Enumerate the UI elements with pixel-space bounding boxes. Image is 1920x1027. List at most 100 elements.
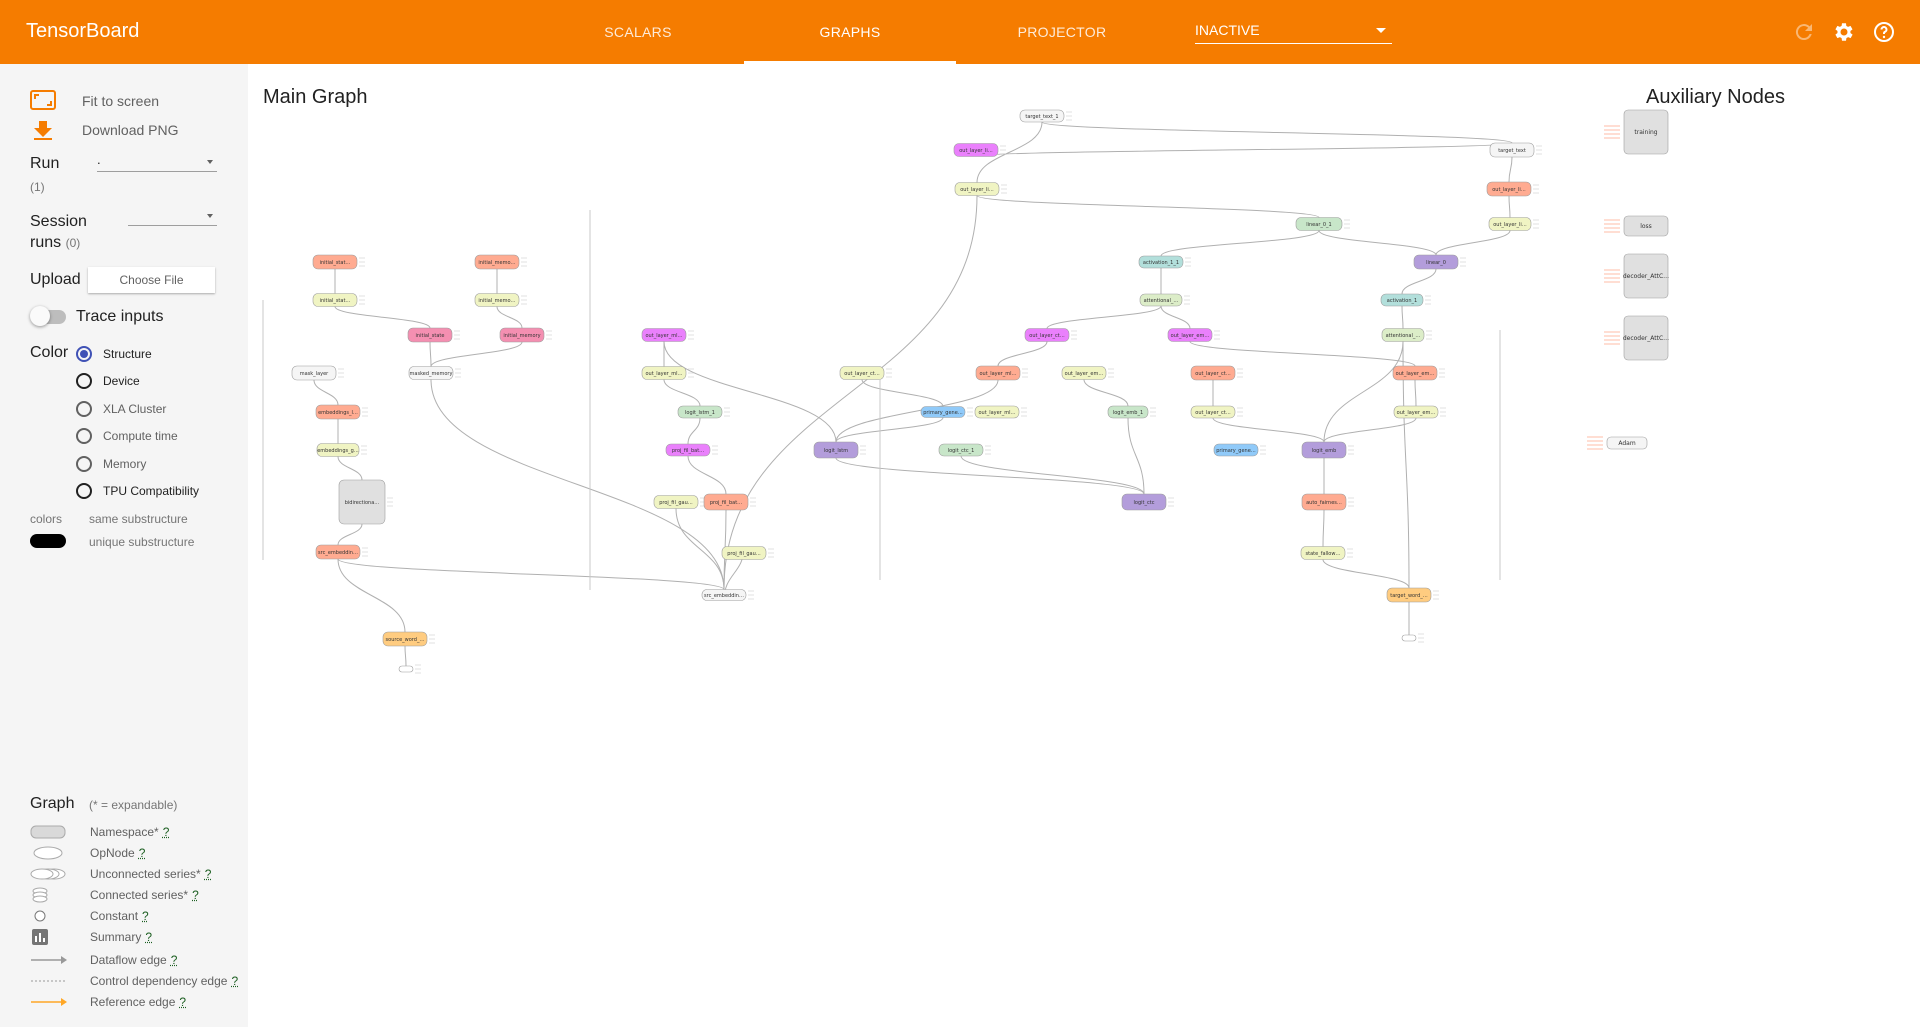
graph-node[interactable]: out_layer_ct… [1190,405,1243,419]
tab-projector[interactable]: PROJECTOR [956,0,1168,64]
session-runs-label-1: Session [30,213,87,230]
graph-node[interactable]: attentional_… [1139,293,1190,307]
color-option-xla-cluster[interactable]: XLA Cluster [76,401,166,417]
graph-node[interactable]: embeddings_g… [316,443,367,457]
graph-node[interactable]: out_layer_em… [1392,365,1445,381]
graph-node[interactable]: masked_memory [408,366,461,380]
graph-node[interactable]: initial_stat… [312,293,365,307]
help-link[interactable]: ? [171,953,178,967]
node-label: auto_fairnes… [1306,500,1342,506]
help-link[interactable]: ? [192,888,199,902]
graph-node[interactable]: proj_fil_bat… [665,443,718,457]
node-label: target_text_1 [1025,114,1058,120]
graph-node[interactable]: mask_layer [291,365,344,381]
graph-svg[interactable]: target_text_1target_textout_layer_li…out… [248,64,1920,1027]
aux-node[interactable]: decoder_AttC… [1604,253,1669,299]
help-link[interactable]: ? [205,867,212,881]
help-link[interactable]: ? [163,825,170,839]
color-option-compute-time[interactable]: Compute time [76,428,178,444]
graph-node[interactable] [1401,633,1424,643]
graph-node[interactable]: out_layer_li… [1488,217,1539,231]
graph-node[interactable]: state_fallow… [1300,546,1353,560]
colors-label: colors [30,512,63,526]
graph-node[interactable]: initial_state [407,327,460,343]
dataflow-edge [976,195,1320,218]
tab-scalars[interactable]: SCALARS [532,0,744,64]
graph-node[interactable]: activation_1 [1380,293,1431,307]
graph-node[interactable]: linear_0_1 [1295,217,1350,231]
graph-node[interactable]: logit_emb_1 [1107,405,1156,419]
run-dropdown[interactable]: . [97,152,217,172]
graph-node[interactable]: target_word_… [1386,587,1439,603]
graph-node[interactable]: out_layer_em… [1167,328,1220,342]
color-option-device[interactable]: Device [76,373,140,389]
graph-node[interactable]: bidirectiona… [338,479,393,525]
graph-node[interactable]: initial_memo… [474,254,527,270]
tab-graphs[interactable]: GRAPHS [744,0,956,64]
graph-node[interactable]: out_layer_ml… [974,405,1027,419]
graph-node[interactable]: logit_ctc_1 [938,443,991,457]
dataflow-edge [861,379,944,407]
graph-node[interactable]: attentional_… [1381,328,1432,342]
graph-node[interactable]: out_layer_li… [1486,181,1539,197]
help-link[interactable]: ? [231,974,238,988]
help-icon[interactable] [1872,20,1896,44]
graph-node[interactable]: src_embeddin… [701,589,754,601]
graph-node[interactable]: out_layer_ml… [641,328,694,342]
graph-node[interactable]: logit_ctc [1121,493,1174,511]
graph-node[interactable]: out_layer_ct… [839,366,892,380]
color-option-tpu[interactable]: TPU Compatibility [76,483,199,499]
graph-node[interactable]: primary_gene… [920,406,973,418]
graph-node[interactable]: src_embeddin… [315,544,368,560]
graph-node[interactable]: activation_1_1 [1138,255,1191,269]
graph-node[interactable]: linear_0 [1413,254,1466,270]
gear-icon[interactable] [1832,20,1856,44]
graph-node[interactable]: source_word_… [382,631,435,647]
graph-node[interactable]: embeddings_l… [315,404,368,420]
dataflow-edge [975,142,1513,157]
aux-node[interactable]: loss [1604,215,1669,237]
graph-node[interactable]: logit_emb [1301,441,1354,459]
graph-node[interactable]: out_layer_ml… [975,365,1028,381]
graph-node[interactable]: auto_fairnes… [1301,493,1354,511]
graph-node[interactable]: initial_memo… [474,293,527,307]
reload-icon[interactable] [1792,20,1816,44]
graph-node[interactable]: target_text [1489,142,1542,158]
session-runs-dropdown[interactable] [128,206,217,226]
inactive-plugins-dropdown[interactable]: INACTIVE [1195,22,1392,44]
graph-node[interactable]: out_layer_li… [954,182,1007,196]
graph-node[interactable]: out_layer_em… [1061,366,1114,380]
graph-node[interactable]: proj_fil_gau… [721,546,774,560]
help-link[interactable]: ? [139,846,146,860]
help-link[interactable]: ? [179,995,186,1009]
graph-node[interactable] [398,664,421,674]
color-option-structure[interactable]: Structure [76,346,152,362]
graph-node[interactable]: logit_lstm [813,441,866,459]
legend-label: Connected series* [90,888,189,902]
graph-node[interactable]: proj_fil_gau… [653,495,706,509]
graph-node[interactable]: target_text_1 [1019,109,1072,123]
aux-node[interactable]: training [1604,109,1669,155]
fit-to-screen-button[interactable]: Fit to screen [30,90,159,112]
download-png-button[interactable]: Download PNG [30,119,179,141]
aux-node[interactable]: decoder_AttC… [1604,315,1669,361]
graph-node[interactable]: primary_gene… [1213,443,1266,457]
legend-label: Constant [90,909,139,923]
color-option-memory[interactable]: Memory [76,456,146,472]
dataflow-edge [675,508,725,590]
graph-node[interactable]: out_layer_ct… [1190,365,1243,381]
run-count: (1) [30,180,45,194]
graph-canvas[interactable]: Main Graph Auxiliary Nodes target_text_1… [248,64,1920,1027]
choose-file-button[interactable]: Choose File [88,267,215,293]
help-link[interactable]: ? [145,930,152,944]
aux-node[interactable]: Adam [1587,436,1648,450]
graph-node[interactable]: logit_lstm_1 [677,405,730,419]
graph-node[interactable]: out_layer_em… [1393,405,1446,419]
help-link[interactable]: ? [142,909,149,923]
dataflow-edge [997,341,1048,367]
graph-node[interactable]: initial_memory [499,327,552,343]
node-label: logit_lstm [824,448,848,454]
graph-node[interactable]: initial_stat… [312,254,365,270]
trace-inputs-toggle[interactable] [30,306,66,326]
graph-node[interactable]: out_layer_ct… [1024,328,1077,342]
